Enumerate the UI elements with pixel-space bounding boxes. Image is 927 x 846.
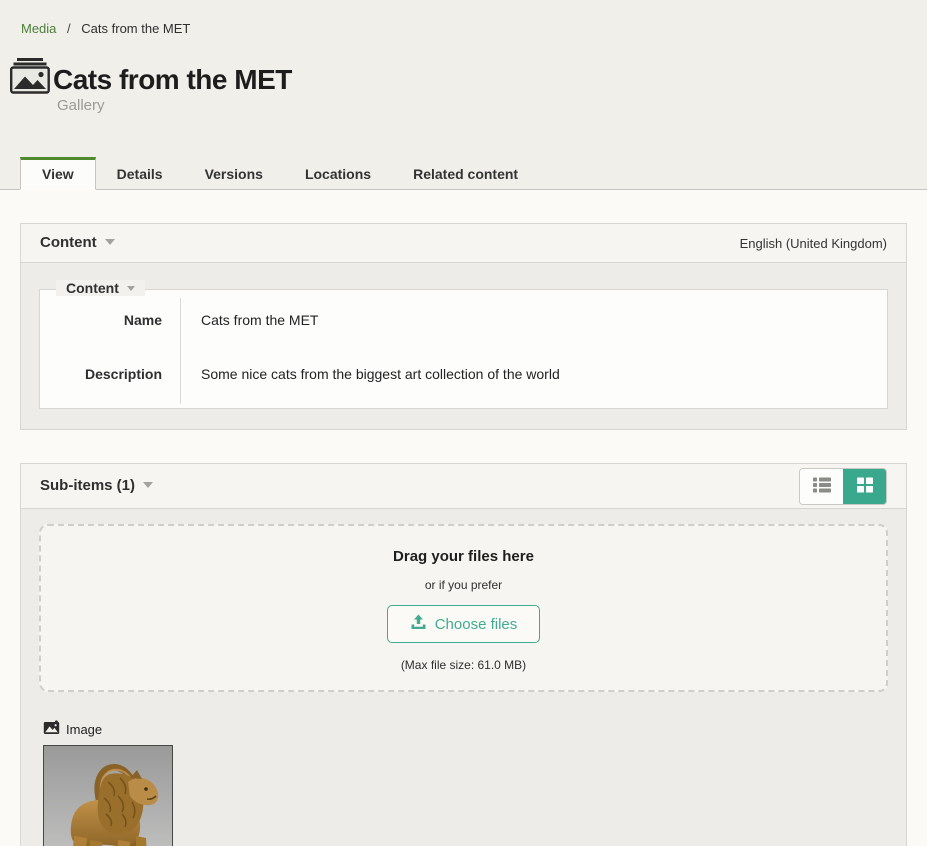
fieldset-legend: Content <box>56 280 145 296</box>
gallery-stack-icon <box>10 58 50 94</box>
page-title: Cats from the MET <box>53 65 292 94</box>
page-header: Media / Cats from the MET Cats from the … <box>0 0 927 190</box>
tab-locations[interactable]: Locations <box>284 157 392 190</box>
field-label-description: Description <box>40 342 180 404</box>
grid-view-icon <box>854 475 876 498</box>
max-file-size-note: (Max file size: 61.0 MB) <box>401 658 526 672</box>
field-value-name: Cats from the MET <box>180 298 887 342</box>
view-toggle <box>799 468 887 505</box>
tab-versions[interactable]: Versions <box>184 157 284 190</box>
upload-icon <box>410 614 427 634</box>
subitems-section-title[interactable]: Sub-items (1) <box>40 477 135 494</box>
tab-bar: View Details Versions Locations Related … <box>0 157 927 190</box>
field-label-name: Name <box>40 298 180 342</box>
file-dropzone[interactable]: Drag your files here or if you prefer Ch… <box>39 524 888 692</box>
fieldset-legend-label: Content <box>66 280 119 296</box>
subitems-section-body: Drag your files here or if you prefer Ch… <box>20 509 907 846</box>
image-icon <box>43 720 60 738</box>
subitem-image-card[interactable]: Image <box>43 720 175 846</box>
content-type-label: Gallery <box>57 97 927 114</box>
content-section: Content English (United Kingdom) Content… <box>20 223 907 430</box>
subitems-section: Sub-items (1) <box>20 463 907 846</box>
tab-details[interactable]: Details <box>96 157 184 190</box>
grid-view-button[interactable] <box>843 469 886 504</box>
caret-down-icon[interactable] <box>105 239 115 245</box>
content-section-body: Content Name Cats from the MET Descripti… <box>20 263 907 430</box>
dropzone-title: Drag your files here <box>393 548 534 565</box>
language-indicator: English (United Kingdom) <box>740 236 887 251</box>
gold-lion-sculpture-image <box>44 746 172 846</box>
breadcrumb-separator: / <box>67 21 71 36</box>
choose-files-label: Choose files <box>435 616 518 633</box>
title-row: Cats from the MET <box>0 36 927 94</box>
subitem-thumbnail[interactable] <box>43 745 173 846</box>
subitem-type-label: Image <box>66 722 102 737</box>
list-view-icon <box>811 475 833 498</box>
tab-related-content[interactable]: Related content <box>392 157 539 190</box>
content-section-title[interactable]: Content <box>40 234 97 251</box>
breadcrumb-current: Cats from the MET <box>81 21 190 36</box>
field-grid: Name Cats from the MET Description Some … <box>40 290 887 408</box>
subitem-card-label: Image <box>43 720 175 738</box>
breadcrumb: Media / Cats from the MET <box>0 21 927 36</box>
choose-files-button[interactable]: Choose files <box>387 605 541 643</box>
subitems-section-header: Sub-items (1) <box>20 463 907 509</box>
caret-down-icon[interactable] <box>127 286 135 291</box>
list-view-button[interactable] <box>800 469 843 504</box>
breadcrumb-link-media[interactable]: Media <box>21 21 56 36</box>
tab-view[interactable]: View <box>20 157 96 190</box>
caret-down-icon[interactable] <box>143 482 153 488</box>
dropzone-subtitle: or if you prefer <box>425 578 502 592</box>
content-section-header: Content English (United Kingdom) <box>20 223 907 263</box>
content-fieldset: Content Name Cats from the MET Descripti… <box>39 289 888 409</box>
field-value-description: Some nice cats from the biggest art coll… <box>180 342 887 404</box>
